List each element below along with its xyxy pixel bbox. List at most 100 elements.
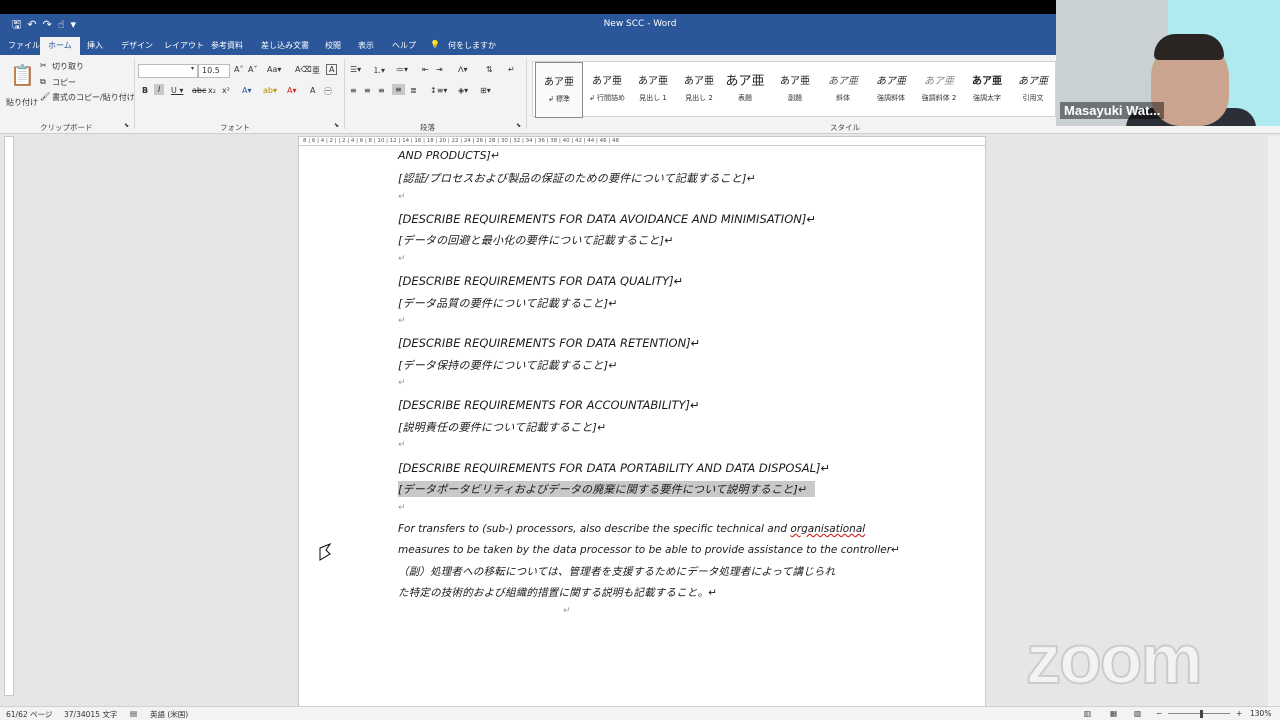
print-layout-icon[interactable]: ▦ [1110,709,1117,718]
grow-font-icon[interactable]: A˄ [234,65,243,74]
style-name: 副題 [788,94,802,102]
proofing-icon[interactable]: ▤ [130,709,137,718]
paste-button[interactable]: 貼り付け [6,97,38,108]
participant-video-tile[interactable]: Masayuki Wat... [1056,0,1280,126]
style-no-spacing[interactable]: あア亜 ↲ 行間詰め [583,62,631,118]
tab-home[interactable]: ホーム [40,37,80,55]
style-sample: あア亜 [924,76,954,87]
phonetic-guide-icon[interactable]: 亜 [312,65,320,76]
style-heading-2[interactable]: あア亜 見出し 2 [675,62,723,118]
style-sample: あア亜 [1018,76,1048,87]
line-spacing-icon[interactable]: ↕≡▾ [430,86,447,95]
tell-me-search[interactable]: 何をしますか [448,40,496,51]
align-right-icon[interactable]: ≡ [378,86,385,95]
style-name: 見出し 1 [639,94,667,102]
font-name-input[interactable] [138,64,198,78]
copy-icon[interactable]: ⧉ [40,77,46,87]
text-effects-icon[interactable]: A▾ [242,86,252,95]
style-subtle-emphasis[interactable]: あア亜 斜体 [819,62,867,118]
font-color-icon[interactable]: A▾ [287,86,297,95]
zoom-level[interactable]: 130% [1250,709,1271,718]
styles-gallery: あア亜 ↲ 標準 あア亜 ↲ 行間詰め あア亜 見出し 1 あア亜 見出し 2 あア亜表… [532,61,1057,118]
underline-icon[interactable]: U ▾ [171,86,183,95]
zoom-slider-thumb[interactable] [1200,710,1203,718]
subscript-icon[interactable]: x₂ [208,86,216,95]
document-page[interactable]: AND PRODUCTS]↵ [認証/プロセスおよび製品の保証のための要件につい… [298,136,986,706]
style-heading-1[interactable]: あア亜 見出し 1 [629,62,677,118]
horizontal-ruler: 8 | 6 | 4 | 2 | | 2 | 4 | 6 | 8 | 10 | 1… [298,136,986,146]
paragraph-mark: ↵ [398,254,406,264]
align-center-icon[interactable]: ≡ [364,86,371,95]
font-dropdown-icon[interactable]: ▾ [191,65,194,72]
clipboard-launcher-icon[interactable]: ⬊ [124,122,129,129]
highlight-icon[interactable]: ab▾ [263,86,277,95]
vertical-scrollbar[interactable] [1268,136,1280,706]
format-painter-button[interactable]: 書式のコピー/貼り付け [52,92,135,103]
character-border-icon[interactable]: A [326,64,338,75]
tab-help[interactable]: ヘルプ [392,40,416,51]
doc-line: [データの回避と最小化の要件について記載すること]↵ [398,234,674,247]
bullets-icon[interactable]: ☰▾ [350,65,361,74]
font-launcher-icon[interactable]: ⬊ [334,122,339,129]
style-name: ↲ 標準 [547,95,571,103]
show-marks-icon[interactable]: ↵ [508,65,515,74]
font-size-input[interactable]: 10.5 [198,64,230,78]
tab-insert[interactable]: 挿入 [87,40,103,51]
superscript-icon[interactable]: x² [222,86,230,95]
language-indicator[interactable]: 英語 (米国) [150,709,188,720]
word-count[interactable]: 37/34015 文字 [64,709,117,720]
paste-icon[interactable]: 📋 [10,63,35,87]
style-strong[interactable]: あア亜 強調太字 [963,62,1011,118]
tab-review[interactable]: 校閲 [325,40,341,51]
strikethrough-icon[interactable]: abc [192,86,206,95]
zoom-watermark-logo: zoom [1025,620,1204,698]
distribute-icon[interactable]: ≣ [410,86,417,95]
italic-icon[interactable]: I [154,84,165,95]
style-title[interactable]: あア亜 表題 [721,62,769,118]
style-normal[interactable]: あア亜 ↲ 標準 [535,62,583,118]
style-intense-emphasis[interactable]: あア亜 強調斜体 2 [915,62,963,118]
clear-formatting-icon[interactable]: A⌫ [295,65,312,74]
paragraph-mark: ↵ [398,503,406,513]
copy-button[interactable]: コピー [52,77,76,88]
cut-button[interactable]: 切り取り [52,61,84,72]
zoom-out-icon[interactable]: − [1156,709,1162,718]
decrease-indent-icon[interactable]: ⇤ [422,65,429,74]
style-subtitle[interactable]: あア亜 副題 [771,62,819,118]
align-left-icon[interactable]: ≡ [350,86,357,95]
justify-icon[interactable]: ≡ [392,84,405,95]
borders-icon[interactable]: ⊞▾ [480,86,491,95]
read-mode-icon[interactable]: ▥ [1084,709,1091,718]
paragraph-launcher-icon[interactable]: ⬊ [516,122,521,129]
tab-view[interactable]: 表示 [358,40,374,51]
tab-layout[interactable]: レイアウト [164,40,204,51]
change-case-icon[interactable]: Aa▾ [267,65,281,74]
participant-hair [1154,34,1224,60]
doc-line: [DESCRIBE REQUIREMENTS FOR DATA RETENTIO… [398,336,701,350]
mouse-cursor-icon [319,542,332,561]
web-layout-icon[interactable]: ▧ [1134,709,1141,718]
numbering-icon[interactable]: ⒈▾ [373,65,385,76]
tab-mailings[interactable]: 差し込み文書 [261,40,309,51]
sort-icon[interactable]: ⇅ [486,65,493,74]
format-painter-icon[interactable]: 🖌 [40,92,50,101]
character-shading-icon[interactable]: A [310,86,315,95]
cut-icon[interactable]: ✂ [40,61,47,70]
enclose-characters-icon[interactable]: ㊀ [324,86,332,97]
shading-icon[interactable]: ◈▾ [458,86,468,95]
shrink-font-icon[interactable]: A˅ [248,65,257,74]
style-emphasis[interactable]: あア亜 強調斜体 [867,62,915,118]
bold-icon[interactable]: B [142,86,148,95]
style-quote[interactable]: あア亜 引用文 [1009,62,1057,118]
style-sample: あア亜 [592,76,622,87]
increase-indent-icon[interactable]: ⇥ [436,65,443,74]
tab-file[interactable]: ファイル [8,40,40,51]
asian-layout-icon[interactable]: ᐱ▾ [458,65,468,74]
page-count[interactable]: 61/62 ページ [6,709,52,720]
multilevel-list-icon[interactable]: ≔▾ [396,65,408,74]
tab-references[interactable]: 参考資料 [211,40,243,51]
zoom-slider[interactable] [1168,713,1230,714]
style-sample: あア亜 [828,76,858,87]
zoom-in-icon[interactable]: + [1236,709,1242,718]
tab-design[interactable]: デザイン [121,40,153,51]
